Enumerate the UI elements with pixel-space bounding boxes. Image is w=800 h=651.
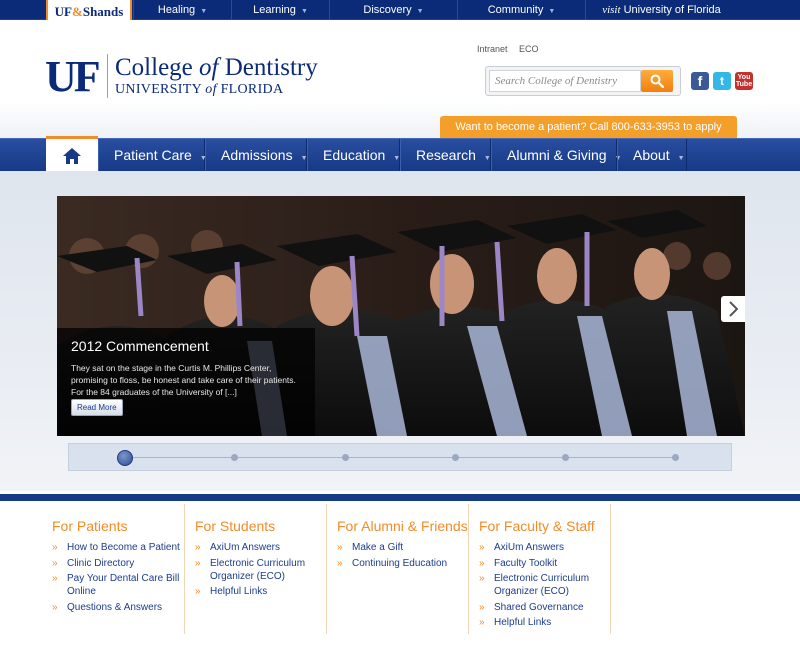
site-header: UF College of Dentistry UNIVERSITY of FL… bbox=[0, 20, 800, 138]
double-chevron-icon: » bbox=[52, 557, 58, 569]
link-faculty-toolkit[interactable]: » Faculty Toolkit bbox=[479, 557, 610, 570]
pager-dot-5[interactable] bbox=[562, 454, 569, 461]
pager-dot-3[interactable] bbox=[342, 454, 349, 461]
search-box bbox=[485, 66, 681, 96]
youtube-icon[interactable]: You Tube bbox=[735, 72, 753, 90]
double-chevron-icon: » bbox=[337, 542, 343, 553]
link-questions-answers[interactable]: » Questions & Answers bbox=[52, 601, 184, 614]
global-nav-community[interactable]: Community ▼ bbox=[457, 0, 585, 20]
link-clinic-directory[interactable]: » Clinic Directory bbox=[52, 557, 184, 570]
hero-caption: 2012 Commencement They sat on the stage … bbox=[57, 328, 315, 436]
col-students: For Students » AxiUm Answers » Electronic … bbox=[185, 504, 327, 634]
pager-track bbox=[133, 457, 678, 458]
nav-admissions[interactable]: Admissions ▼ bbox=[205, 139, 308, 171]
pager-dot-4[interactable] bbox=[452, 454, 459, 461]
search-button[interactable] bbox=[641, 70, 673, 92]
main-nav-items: Patient Care ▼ Admissions ▼ Education ▼ Res… bbox=[98, 139, 687, 171]
twitter-icon[interactable]: t bbox=[713, 72, 731, 90]
global-nav-learning[interactable]: Learning ▼ bbox=[231, 0, 329, 20]
caret-down-icon: ▼ bbox=[483, 155, 491, 162]
read-more-button[interactable]: Read More bbox=[71, 399, 123, 416]
caret-down-icon: ▼ bbox=[416, 8, 424, 15]
link-shared-governance[interactable]: » Shared Governance bbox=[479, 601, 610, 614]
search-input[interactable] bbox=[489, 70, 641, 92]
double-chevron-icon: » bbox=[52, 542, 58, 553]
footer-divider-bar bbox=[0, 494, 800, 501]
audience-links: For Patients » How to Become a Patient » C… bbox=[42, 504, 611, 644]
link-helpful-links[interactable]: » Helpful Links bbox=[195, 585, 326, 598]
double-chevron-icon: » bbox=[52, 601, 58, 613]
home-icon bbox=[63, 147, 81, 164]
double-chevron-icon: » bbox=[195, 586, 201, 597]
link-axium-answers[interactable]: » AxiUm Answers bbox=[195, 541, 326, 554]
college-title[interactable]: College of Dentistry bbox=[115, 54, 318, 82]
link-pay-bill[interactable]: » Pay Your Dental Care Bill Online bbox=[52, 572, 184, 598]
caret-down-icon: ▼ bbox=[677, 155, 685, 162]
col-alumni: For Alumni & Friends » Make a Gift » Conti… bbox=[327, 504, 469, 634]
double-chevron-icon: » bbox=[195, 557, 201, 569]
eco-link[interactable]: ECO bbox=[519, 44, 539, 54]
chevron-right-icon bbox=[729, 301, 738, 317]
col-title: For Patients bbox=[52, 518, 128, 534]
nav-patient-care[interactable]: Patient Care ▼ bbox=[98, 139, 207, 171]
hero-title[interactable]: 2012 Commencement bbox=[71, 338, 301, 354]
pager-dot-1[interactable] bbox=[117, 450, 133, 466]
caret-down-icon: ▼ bbox=[200, 8, 208, 15]
link-become-patient[interactable]: » How to Become a Patient bbox=[52, 541, 184, 554]
nav-education[interactable]: Education ▼ bbox=[307, 139, 400, 171]
double-chevron-icon: » bbox=[479, 601, 485, 613]
nav-about[interactable]: About ▼ bbox=[617, 139, 687, 171]
intranet-link[interactable]: Intranet bbox=[477, 44, 508, 54]
link-eco[interactable]: » Electronic Curriculum Organizer (ECO) bbox=[195, 557, 326, 583]
link-axium-answers[interactable]: » AxiUm Answers bbox=[479, 541, 610, 554]
nav-research[interactable]: Research ▼ bbox=[400, 139, 491, 171]
main-nav: Patient Care ▼ Admissions ▼ Education ▼ Res… bbox=[0, 136, 800, 172]
pager-dot-2[interactable] bbox=[231, 454, 238, 461]
link-eco[interactable]: » Electronic Curriculum Organizer (ECO) bbox=[479, 572, 610, 598]
global-nav-healing[interactable]: Healing ▼ bbox=[133, 0, 231, 20]
col-patients: For Patients » How to Become a Patient » C… bbox=[42, 504, 185, 634]
global-nav: Healing ▼ Learning ▼ Discovery ▼ Community ▼… bbox=[133, 0, 737, 20]
search-icon bbox=[650, 74, 664, 88]
double-chevron-icon: » bbox=[195, 542, 201, 553]
university-subtitle: UNIVERSITY of FLORIDA bbox=[115, 82, 284, 97]
double-chevron-icon: » bbox=[479, 542, 485, 553]
double-chevron-icon: » bbox=[479, 617, 485, 628]
col-faculty: For Faculty & Staff » AxiUm Answers » Facu… bbox=[469, 504, 611, 634]
double-chevron-icon: » bbox=[337, 557, 343, 569]
double-chevron-icon: » bbox=[479, 573, 485, 584]
global-nav-discovery[interactable]: Discovery ▼ bbox=[329, 0, 457, 20]
double-chevron-icon: » bbox=[52, 573, 58, 584]
hero-text: They sat on the stage in the Curtis M. P… bbox=[71, 363, 296, 397]
caret-down-icon: ▼ bbox=[300, 8, 308, 15]
link-helpful-links[interactable]: » Helpful Links bbox=[479, 616, 610, 629]
become-patient-banner[interactable]: Want to become a patient? Call 800-633-3… bbox=[440, 116, 737, 138]
col-title: For Faculty & Staff bbox=[479, 518, 595, 534]
col-title: For Alumni & Friends bbox=[337, 518, 468, 534]
uf-logo[interactable]: UF bbox=[45, 55, 101, 99]
link-make-gift[interactable]: » Make a Gift bbox=[337, 541, 468, 554]
nav-alumni-giving[interactable]: Alumni & Giving ▼ bbox=[491, 139, 622, 171]
link-continuing-education[interactable]: » Continuing Education bbox=[337, 557, 468, 570]
visit-uf-link[interactable]: visit University of Florida bbox=[585, 0, 737, 20]
facebook-icon[interactable]: f bbox=[691, 72, 709, 90]
next-slide-button[interactable] bbox=[721, 296, 745, 322]
home-button[interactable] bbox=[46, 136, 98, 172]
double-chevron-icon: » bbox=[479, 557, 485, 569]
caret-down-icon: ▼ bbox=[548, 8, 556, 15]
col-title: For Students bbox=[195, 518, 276, 534]
pager-dot-6[interactable] bbox=[672, 454, 679, 461]
slide-pager bbox=[68, 443, 732, 471]
logo-divider bbox=[107, 54, 108, 98]
